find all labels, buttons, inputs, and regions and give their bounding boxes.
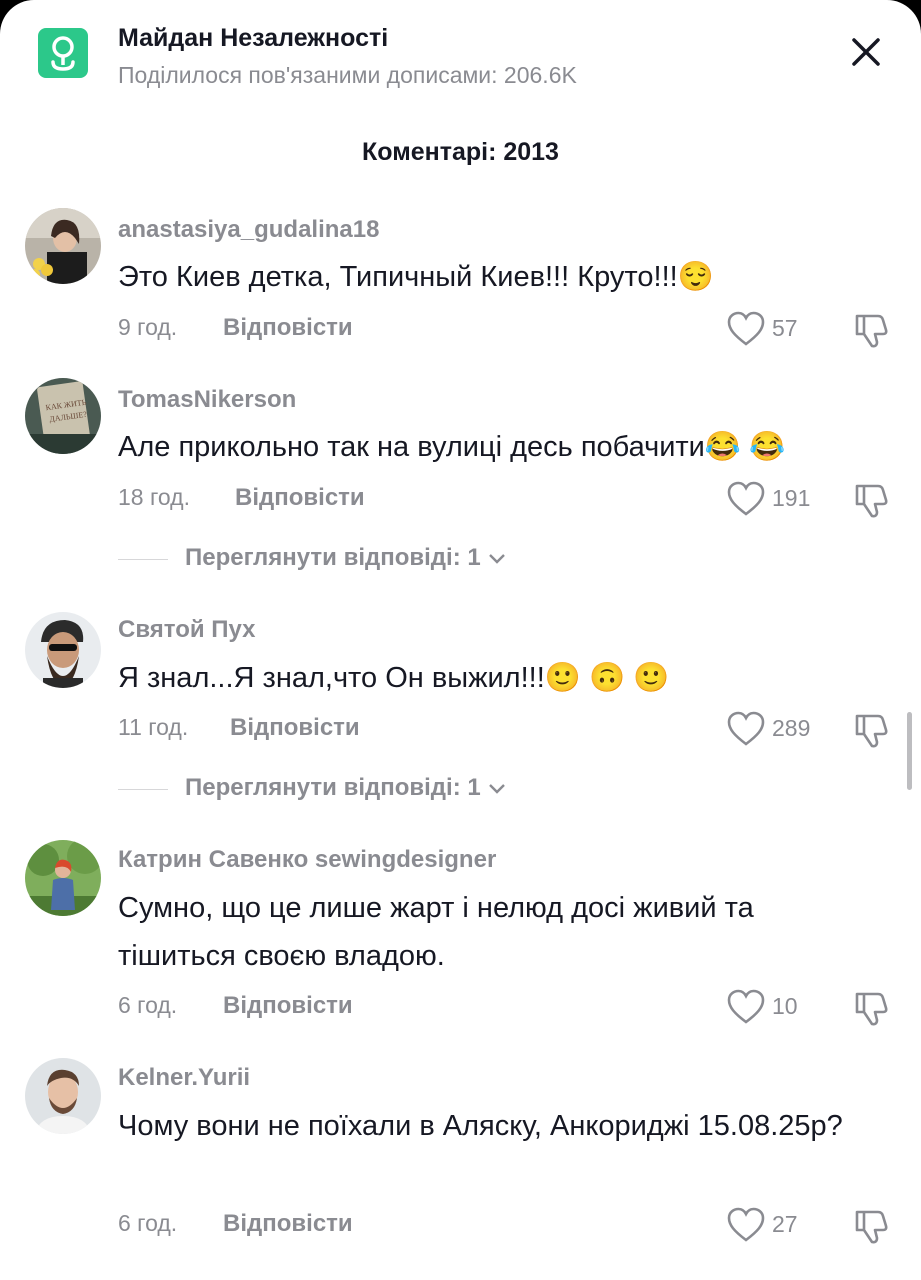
avatar[interactable] [25,208,101,284]
comment-meta: 18 год. Відповісти 191 [118,481,898,518]
view-replies-label[interactable]: Переглянути відповіді: 1 [185,544,507,572]
comments-sheet: Майдан Незалежності Поділилося пов'язани… [0,0,921,1280]
dislike-icon[interactable] [852,710,892,750]
divider [118,789,168,790]
comments-count: Коментарі: 2013 [362,138,559,166]
comment-username[interactable]: Катрин Савенко sewingdesigner [118,846,496,874]
comment-time: 6 год. [118,1210,178,1236]
comment-text: Чому вони не поїхали в Аляску, Анкориджі… [118,1110,843,1142]
divider [118,559,168,560]
comment-time: 18 год. [118,484,190,510]
comment-meta: 9 год. Відповісти 57 [118,311,898,348]
heart-icon[interactable] [726,710,766,748]
comment-username[interactable]: TomasNikerson [118,386,296,414]
location-title[interactable]: Майдан Незалежності [118,24,388,53]
avatar[interactable] [25,840,101,916]
dislike-icon[interactable] [852,1206,892,1246]
reply-button[interactable]: Відповісти [230,714,360,742]
avatar[interactable] [25,612,101,688]
comment-meta: 6 год. Відповісти 27 [118,1207,898,1244]
avatar[interactable] [25,1058,101,1134]
heart-icon[interactable] [726,480,766,518]
comment-username[interactable]: anastasiya_gudalina18 [118,216,379,244]
comment-text: Сумно, що це лише жарт і нелюд досі живи… [118,892,754,972]
comment-text: Я знал...Я знал,что Он выжил!!!🙂 🙃 🙂 [118,662,670,694]
reply-button[interactable]: Відповісти [223,992,353,1020]
comment-meta: 6 год. Відповісти 10 [118,989,898,1026]
view-replies[interactable]: Переглянути відповіді: 1 [118,772,618,808]
comment-username[interactable]: Kelner.Yurii [118,1064,250,1092]
comment-time: 9 год. [118,314,178,340]
like-count: 289 [772,715,811,741]
avatar[interactable]: КАК ЖИТЬ ДАЛЬШЕ? [25,378,101,454]
comment-time: 11 год. [118,714,189,740]
like-count: 27 [772,1211,798,1237]
location-shares-count: Поділилося пов'язаними дописами: 206.6K [118,62,577,88]
chevron-down-icon [489,553,506,564]
heart-icon[interactable] [726,1206,766,1244]
like-count: 10 [772,993,798,1019]
reply-button[interactable]: Відповісти [235,484,365,512]
like-count: 57 [772,315,798,341]
reply-button[interactable]: Відповісти [223,314,353,342]
view-replies-text: Переглянути відповіді: 1 [185,774,481,801]
scrollbar[interactable] [907,712,912,790]
view-replies-label[interactable]: Переглянути відповіді: 1 [185,774,507,802]
view-replies[interactable]: Переглянути відповіді: 1 [118,542,618,578]
reply-button[interactable]: Відповісти [223,1210,353,1238]
comment-meta: 11 год. Відповісти 289 [118,711,898,748]
location-pin-icon [38,28,88,78]
view-replies-text: Переглянути відповіді: 1 [185,544,481,571]
heart-icon[interactable] [726,988,766,1026]
like-count: 191 [772,485,811,511]
comment-username[interactable]: Святой Пух [118,616,256,644]
dislike-icon[interactable] [852,310,892,350]
dislike-icon[interactable] [852,988,892,1028]
comment-text: Але прикольно так на вулиці десь побачит… [118,431,786,463]
location-header: Майдан Незалежності Поділилося пов'язани… [0,0,921,110]
comment-time: 6 год. [118,992,178,1018]
chevron-down-icon [489,783,506,794]
comment-text: Это Киев детка, Типичный Киев!!! Круто!!… [118,261,714,293]
heart-icon[interactable] [726,310,766,348]
dislike-icon[interactable] [852,480,892,520]
close-icon[interactable] [846,32,886,72]
